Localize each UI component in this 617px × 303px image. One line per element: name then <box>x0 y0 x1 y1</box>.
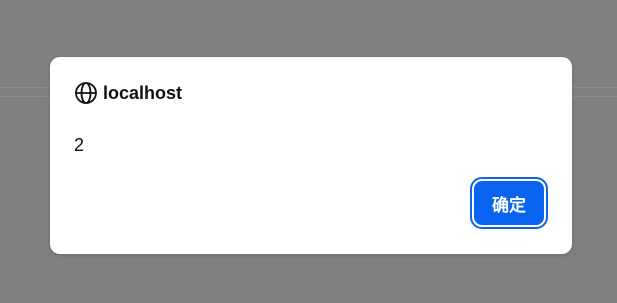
dialog-header: localhost <box>74 81 182 105</box>
dialog-message: 2 <box>74 135 85 155</box>
globe-icon <box>74 81 98 105</box>
dialog-origin: localhost <box>103 83 183 103</box>
ok-button[interactable]: 确定 <box>470 177 548 229</box>
alert-dialog: localhost 2 确定 <box>50 57 572 254</box>
